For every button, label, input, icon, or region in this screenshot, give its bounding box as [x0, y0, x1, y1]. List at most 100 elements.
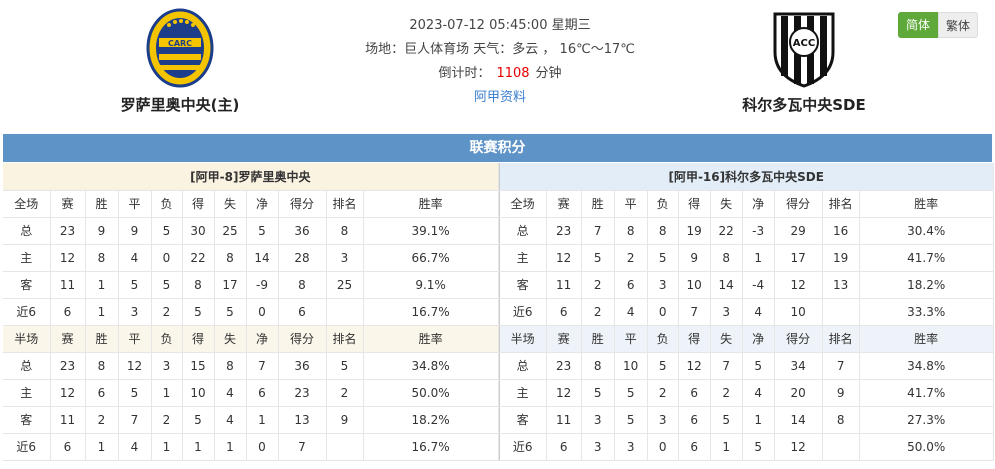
stat-cell: 23 [546, 352, 582, 380]
stat-cell: 5 [647, 244, 679, 272]
column-header-cell: 平 [118, 190, 152, 218]
stat-cell: 28 [278, 244, 327, 272]
stat-cell: 5 [182, 406, 215, 434]
stat-cell: 3 [647, 271, 679, 299]
column-header-cell: 得分 [278, 190, 327, 218]
table-row: 近6 6 1 4 1 1 1 0 7 16.7% [3, 433, 499, 461]
column-header-cell: 胜率 [363, 325, 499, 353]
column-header-cell: 净 [742, 325, 775, 353]
stat-cell: 16 [822, 217, 860, 245]
stat-cell: 8 [182, 271, 215, 299]
stat-cell: 10 [678, 271, 711, 299]
stat-cell: 5 [118, 271, 152, 299]
stat-cell: 9 [85, 217, 119, 245]
stat-cell: 1 [214, 433, 247, 461]
stat-cell: 1 [710, 433, 743, 461]
row-label: 近6 [3, 433, 51, 461]
stat-cell: 12 [118, 352, 152, 380]
stat-cell: 1 [85, 298, 119, 326]
stat-cell: 23 [278, 379, 327, 407]
column-header-cell: 排名 [326, 190, 364, 218]
stat-cell: 3 [581, 433, 615, 461]
stat-cell: 13 [278, 406, 327, 434]
away-team-name[interactable]: 科尔多瓦中央SDE [714, 94, 894, 115]
stat-cell: 36 [278, 217, 327, 245]
stat-cell: 12 [774, 271, 823, 299]
stat-cell: 5 [118, 379, 152, 407]
stat-cell: 34 [774, 352, 823, 380]
row-label: 近6 [499, 298, 547, 326]
stat-cell: 25 [214, 217, 247, 245]
column-header-cell: 净 [246, 325, 279, 353]
win-rate-cell: 33.3% [859, 298, 994, 326]
stat-cell [326, 298, 364, 326]
lang-simplified-button[interactable]: 简体 [898, 12, 938, 38]
stat-cell: 1 [742, 244, 775, 272]
win-rate-cell: 39.1% [363, 217, 499, 245]
stat-cell: 8 [214, 352, 247, 380]
column-header-cell: 失 [214, 325, 247, 353]
table-row: 主 12 8 4 0 22 8 14 28 3 66.7% [3, 244, 499, 272]
column-header-cell: 平 [118, 325, 152, 353]
stat-cell: 11 [50, 271, 86, 299]
stat-cell: 6 [678, 433, 711, 461]
match-header: CARC 罗萨里奥中央(主) 2023-07-12 05:45:00 星期三 场… [0, 0, 995, 130]
stat-cell: 1 [742, 406, 775, 434]
stat-cell: 2 [614, 244, 648, 272]
home-team: CARC 罗萨里奥中央(主) [90, 8, 270, 115]
league-info-link[interactable]: 阿甲资料 [474, 90, 526, 105]
stat-cell: 4 [118, 244, 152, 272]
stat-cell: 4 [118, 433, 152, 461]
stat-cell: 7 [822, 352, 860, 380]
stat-cell: 2 [151, 406, 183, 434]
column-header-cell: 排名 [822, 190, 860, 218]
stat-cell: 22 [710, 217, 743, 245]
stat-cell [822, 433, 860, 461]
stat-cell: 11 [546, 406, 582, 434]
stat-cell: 5 [581, 379, 615, 407]
column-header-cell: 负 [647, 325, 679, 353]
stat-cell: 6 [546, 433, 582, 461]
stat-cell: 12 [50, 244, 86, 272]
stat-cell: 5 [581, 244, 615, 272]
stat-cell: 1 [151, 379, 183, 407]
home-team-logo-icon: CARC [146, 8, 214, 88]
column-header-cell: 负 [647, 190, 679, 218]
stat-cell: 2 [647, 379, 679, 407]
stat-cell: 2 [581, 271, 615, 299]
win-rate-cell: 16.7% [363, 298, 499, 326]
stat-cell: 9 [678, 244, 711, 272]
column-header-cell: 胜率 [859, 325, 994, 353]
match-info: 2023-07-12 05:45:00 星期三 场地：巨人体育场 天气：多云 ，… [340, 14, 660, 110]
win-rate-cell: 66.7% [363, 244, 499, 272]
stat-cell: 3 [151, 352, 183, 380]
column-header-cell: 赛 [50, 325, 86, 353]
row-label: 主 [3, 379, 51, 407]
column-header-cell: 排名 [326, 325, 364, 353]
table-row: 总 23 9 9 5 30 25 5 36 8 39.1% [3, 217, 499, 245]
countdown-unit: 分钟 [535, 66, 562, 81]
lang-traditional-button[interactable]: 繁体 [938, 12, 978, 38]
stat-cell: 4 [614, 298, 648, 326]
stat-cell: 8 [710, 244, 743, 272]
stat-cell: 2 [710, 379, 743, 407]
stat-cell: 8 [822, 406, 860, 434]
stat-cell: 7 [581, 217, 615, 245]
row-label: 主 [3, 244, 51, 272]
column-header-cell: 全场 [499, 190, 547, 218]
row-label: 近6 [499, 433, 547, 461]
win-rate-cell: 41.7% [859, 244, 994, 272]
stat-cell: 6 [546, 298, 582, 326]
column-header-cell: 胜率 [859, 190, 994, 218]
stat-cell: 3 [581, 406, 615, 434]
stat-cell: 7 [118, 406, 152, 434]
table-column-header: 全场赛胜平负得失净得分 排名 胜率 [499, 190, 994, 218]
win-rate-cell: 9.1% [363, 271, 499, 299]
countdown-label: 倒计时： [438, 66, 491, 81]
table-row: 主 12 6 5 1 10 4 6 23 2 50.0% [3, 379, 499, 407]
column-header-cell: 胜 [85, 325, 119, 353]
row-label: 总 [499, 217, 547, 245]
stat-cell: 3 [647, 406, 679, 434]
table-row: 近6 6 3 3 0 6 1 5 12 50.0% [499, 433, 994, 461]
home-team-name[interactable]: 罗萨里奥中央(主) [90, 94, 270, 115]
